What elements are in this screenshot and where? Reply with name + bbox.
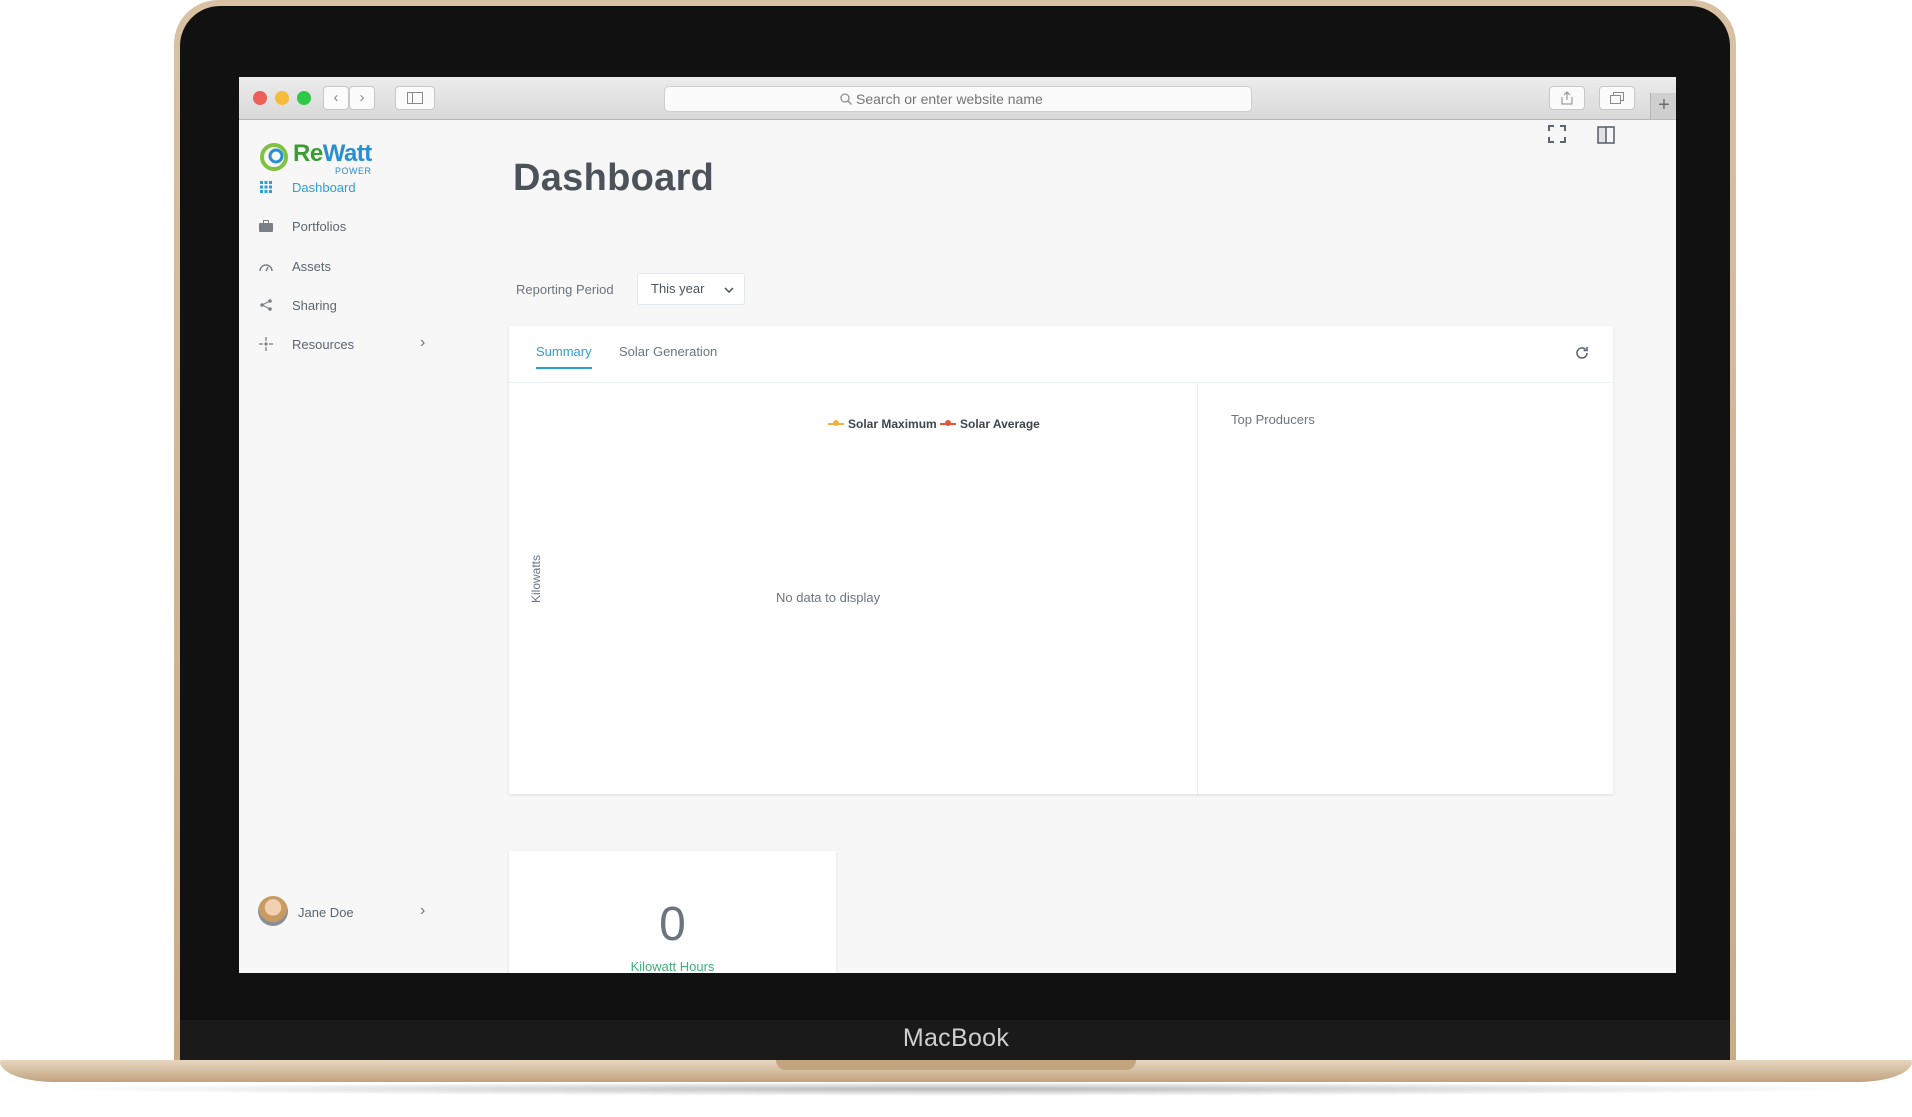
sidebar-item-label: Assets — [292, 259, 332, 274]
fullscreen-button[interactable] — [1545, 125, 1569, 149]
browser-toolbar: ‹ › — [239, 77, 1676, 120]
kilowatt-hours-card: 0 Kilowatt Hours — [509, 851, 836, 973]
sidebar-item-resources[interactable]: Resources › — [258, 333, 428, 357]
sidebar-item-label: Portfolios — [292, 219, 347, 234]
logo-subtitle: POWER — [335, 166, 372, 176]
grid-icon — [258, 180, 274, 196]
legend-marker — [828, 419, 844, 426]
legend-item-solar-maximum[interactable]: Solar Maximum — [828, 417, 937, 431]
forward-button[interactable]: › — [349, 86, 375, 110]
sidebar-item-label: Resources — [292, 337, 355, 352]
chevron-down-icon — [724, 274, 734, 304]
briefcase-icon — [258, 219, 274, 235]
split-view-button[interactable] — [1594, 125, 1618, 149]
gauge-icon — [258, 259, 274, 275]
sidebar-item-portfolios[interactable]: Portfolios — [258, 215, 428, 239]
legend-label: Solar Maximum — [848, 417, 937, 431]
share-upload-icon — [1561, 91, 1573, 105]
empty-state-message: No data to display — [776, 590, 881, 605]
laptop-notch — [776, 1060, 1136, 1070]
sparkle-icon — [258, 337, 274, 353]
user-menu[interactable]: Jane Doe › — [258, 896, 433, 930]
tabs-icon — [1610, 92, 1624, 104]
logo-text: ReWatt — [293, 140, 372, 168]
top-producers-title: Top Producers — [1231, 412, 1315, 427]
new-tab-button[interactable]: + — [1650, 93, 1676, 119]
search-icon — [840, 93, 852, 105]
reporting-period-select[interactable]: This year — [637, 273, 745, 305]
page-title: Dashboard — [513, 157, 715, 199]
sidebar-item-label: Sharing — [292, 298, 337, 313]
chart-area: Solar Maximum Solar Average Kilowatts No… — [509, 383, 1198, 794]
reporting-period-label: Reporting Period — [516, 282, 614, 297]
sidebar-toggle-button[interactable] — [395, 86, 435, 110]
close-window-button[interactable] — [253, 91, 267, 105]
sidebar-item-assets[interactable]: Assets — [258, 255, 428, 279]
refresh-icon — [1576, 347, 1588, 359]
card-tabs: Summary Solar Generation — [509, 326, 1613, 383]
minimize-window-button[interactable] — [275, 91, 289, 105]
back-button[interactable]: ‹ — [323, 86, 349, 110]
tab-solar-generation[interactable]: Solar Generation — [619, 344, 717, 367]
sidebar-icon — [407, 92, 423, 104]
tab-summary[interactable]: Summary — [536, 344, 592, 369]
logo-text-re: Re — [293, 140, 323, 167]
address-bar[interactable] — [664, 86, 1252, 112]
chevron-right-icon: › — [420, 334, 426, 351]
sidebar-item-sharing[interactable]: Sharing — [258, 294, 428, 318]
screen: ‹ › + ReWatt POWER Dashboard — [239, 77, 1676, 973]
maximize-window-button[interactable] — [297, 91, 311, 105]
chevron-right-icon: › — [359, 89, 365, 106]
legend-item-solar-average[interactable]: Solar Average — [940, 417, 1040, 431]
laptop-shadow — [40, 1082, 1872, 1096]
legend-label: Solar Average — [960, 417, 1040, 431]
sidebar-item-dashboard[interactable]: Dashboard — [258, 176, 428, 200]
address-input[interactable] — [856, 87, 1076, 111]
summary-card: Summary Solar Generation Solar Maximum S… — [509, 326, 1613, 794]
plus-icon: + — [1658, 94, 1670, 116]
chevron-right-icon: › — [420, 902, 426, 919]
tabs-overview-button[interactable] — [1599, 86, 1635, 110]
sidebar-item-label: Dashboard — [292, 180, 356, 195]
rewatt-logo[interactable]: ReWatt POWER — [259, 140, 372, 177]
reporting-period-value: This year — [651, 281, 705, 296]
kilowatt-hours-label: Kilowatt Hours — [630, 959, 715, 973]
avatar — [258, 896, 288, 926]
chevron-left-icon: ‹ — [333, 89, 339, 106]
share-icon — [258, 298, 274, 314]
laptop-brand-label: MacBook — [902, 1024, 1010, 1052]
refresh-button[interactable] — [1575, 344, 1589, 365]
kilowatt-hours-value: 0 — [659, 898, 686, 951]
expand-icon — [1548, 125, 1566, 143]
user-name: Jane Doe — [298, 905, 354, 920]
legend-marker — [940, 419, 956, 426]
logo-text-watt: Watt — [322, 140, 373, 167]
split-panel-icon — [1597, 126, 1615, 144]
logo-swirl-icon — [260, 143, 288, 171]
share-button[interactable] — [1549, 86, 1585, 110]
y-axis-label: Kilowatts — [529, 554, 543, 603]
